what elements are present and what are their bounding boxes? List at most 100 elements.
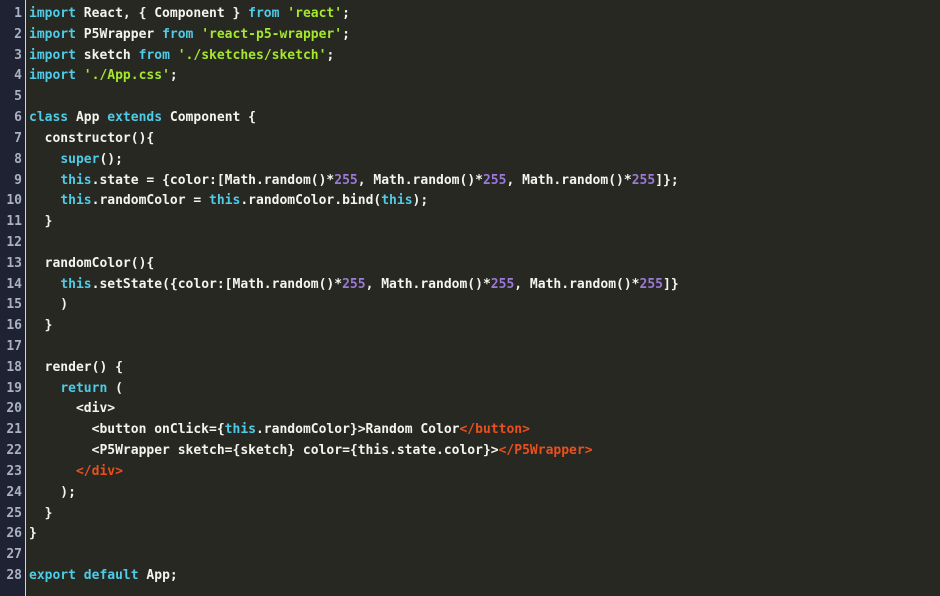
line-number: 24 xyxy=(6,484,22,500)
code-token-def: P5Wrapper xyxy=(75,26,163,42)
code-token-def: .randomColor}>Random Color xyxy=(255,422,460,438)
code-token-kw: import xyxy=(29,26,76,42)
code-token-def: render() { xyxy=(29,359,123,375)
code-line[interactable] xyxy=(29,337,940,358)
code-line[interactable]: import sketch from './sketches/sketch'; xyxy=(29,46,940,67)
line-number: 9 xyxy=(14,172,22,188)
line-number: 23 xyxy=(6,463,22,479)
line-number: 14 xyxy=(6,276,22,292)
code-line[interactable]: randomColor(){ xyxy=(29,254,940,275)
code-line[interactable]: constructor(){ xyxy=(29,129,940,150)
code-token-tag: </P5Wrapper> xyxy=(498,443,593,459)
code-token-kw: super xyxy=(60,151,100,167)
line-number: 25 xyxy=(6,505,22,521)
code-token-def: .setState({color:[Math.random()* xyxy=(91,276,343,292)
line-number: 7 xyxy=(14,130,22,146)
code-token-this: this xyxy=(60,193,92,209)
line-number: 28 xyxy=(6,567,22,583)
code-token-kw: class xyxy=(29,110,69,126)
code-token-kw: default xyxy=(83,567,139,583)
code-line[interactable]: </div> xyxy=(29,462,940,483)
code-token-str: './App.css' xyxy=(83,68,170,84)
code-token-kw: import xyxy=(29,6,76,21)
code-line[interactable]: render() { xyxy=(29,358,940,379)
code-token-kw: export xyxy=(29,567,76,583)
code-token-def xyxy=(29,464,76,479)
code-token-num: 255 xyxy=(342,276,366,292)
code-line[interactable]: } xyxy=(29,212,940,233)
code-token-def: ); xyxy=(29,484,76,500)
code-token-this: this xyxy=(381,193,413,209)
code-line[interactable]: import React, { Component } from 'react'… xyxy=(29,4,940,25)
code-token-kw: from xyxy=(138,47,170,63)
code-line[interactable]: } xyxy=(29,524,940,545)
code-line[interactable]: import P5Wrapper from 'react-p5-wrapper'… xyxy=(29,25,940,46)
code-editor[interactable]: 1 2 3 4 5 6 7 8 9 10 11 12 13 14 15 16 17 18 19 20 21 22 23 24 2… xyxy=(0,0,940,596)
gutter-separator xyxy=(25,0,26,596)
code-token-def xyxy=(76,68,84,83)
line-number: 6 xyxy=(14,110,22,126)
line-number: 2 xyxy=(14,26,22,42)
code-line[interactable]: this.setState({color:[Math.random()*255,… xyxy=(29,275,940,296)
line-number: 16 xyxy=(6,318,22,334)
code-token-def: randomColor(){ xyxy=(29,255,155,271)
code-token-num: 255 xyxy=(631,172,656,188)
code-line[interactable]: class App extends Component { xyxy=(29,108,940,129)
code-token-kw: from xyxy=(162,26,194,42)
code-line[interactable]: } xyxy=(29,316,940,337)
code-line[interactable]: <div> xyxy=(29,399,940,420)
code-token-kw: import xyxy=(29,47,76,63)
code-token-def: ( xyxy=(107,380,123,396)
code-token-def xyxy=(29,381,60,396)
code-token-def: <button onClick={ xyxy=(29,422,225,438)
code-line[interactable]: this.randomColor = this.randomColor.bind… xyxy=(29,191,940,212)
line-number: 19 xyxy=(6,380,22,396)
code-line[interactable]: return ( xyxy=(29,379,940,400)
line-number: 4 xyxy=(14,68,22,84)
code-token-kw: extends xyxy=(107,110,163,126)
code-token-def: .randomColor = xyxy=(91,193,210,209)
code-line[interactable]: } xyxy=(29,504,940,525)
line-number: 20 xyxy=(6,401,22,417)
line-number: 15 xyxy=(6,297,22,313)
code-token-def: App; xyxy=(138,567,178,583)
code-line[interactable]: this.state = {color:[Math.random()*255, … xyxy=(29,171,940,192)
code-token-def xyxy=(76,568,84,583)
code-token-def: App xyxy=(68,110,108,126)
code-line[interactable]: export default App; xyxy=(29,566,940,587)
line-number: 11 xyxy=(6,214,22,230)
code-token-def: React, { Component } xyxy=(75,6,249,21)
line-number: 12 xyxy=(6,234,22,250)
code-line[interactable] xyxy=(29,87,940,108)
code-line[interactable]: ); xyxy=(29,483,940,504)
code-token-def: , Math.random()* xyxy=(514,276,640,292)
code-token-def xyxy=(29,193,60,208)
code-token-def: , Math.random()* xyxy=(365,276,491,292)
code-line[interactable] xyxy=(29,233,940,254)
code-line[interactable]: import './App.css'; xyxy=(29,66,940,87)
code-line[interactable]: <P5Wrapper sketch={sketch} color={this.s… xyxy=(29,441,940,462)
code-token-def: (); xyxy=(99,151,123,167)
code-token-str: './sketches/sketch' xyxy=(177,47,327,63)
code-token-this: this xyxy=(60,276,92,292)
line-number: 18 xyxy=(6,359,22,375)
code-token-def: ; xyxy=(342,6,350,21)
code-token-def: ; xyxy=(342,26,350,42)
code-token-def xyxy=(29,152,60,167)
code-token-def: ]}; xyxy=(655,172,679,188)
code-token-def: , Math.random()* xyxy=(357,172,483,188)
code-token-this: this xyxy=(60,172,92,188)
code-token-kw: from xyxy=(248,6,280,21)
code-line[interactable] xyxy=(29,545,940,566)
code-token-def: <div> xyxy=(29,401,116,417)
code-token-def: constructor(){ xyxy=(29,130,155,146)
code-line-list[interactable]: import React, { Component } from 'react'… xyxy=(29,4,940,587)
code-token-def xyxy=(29,277,60,292)
code-content-area[interactable]: import React, { Component } from 'react'… xyxy=(26,0,940,596)
line-number: 26 xyxy=(6,526,22,542)
code-token-str: 'react' xyxy=(287,6,343,21)
line-number: 22 xyxy=(6,443,22,459)
code-line[interactable]: <button onClick={this.randomColor}>Rando… xyxy=(29,420,940,441)
code-line[interactable]: ) xyxy=(29,295,940,316)
code-line[interactable]: super(); xyxy=(29,150,940,171)
